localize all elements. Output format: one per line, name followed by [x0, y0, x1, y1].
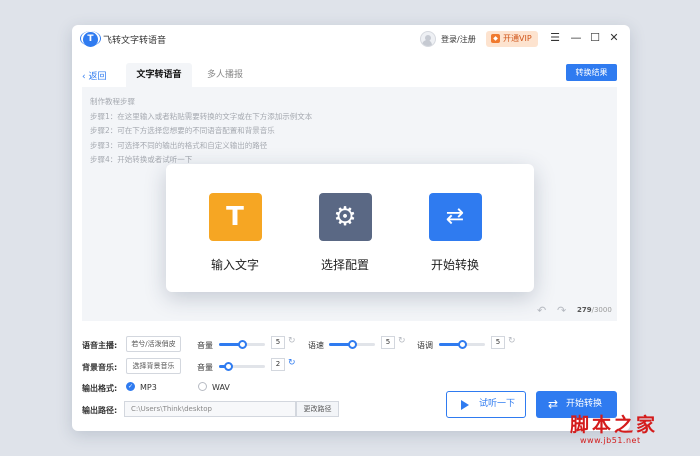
title-bar: T 飞转文字转语音 登录/注册 ◆ 开通VIP ☰ — ☐ ✕	[72, 25, 630, 53]
volume-value[interactable]: 5	[271, 336, 285, 349]
char-counter: 279/3000	[577, 306, 612, 314]
maximize-icon[interactable]: ☐	[588, 31, 602, 45]
listen-button[interactable]: 试听一下	[446, 391, 526, 418]
app-window: T 飞转文字转语音 登录/注册 ◆ 开通VIP ☰ — ☐ ✕ ‹ 返回 文字转…	[72, 25, 630, 431]
reset-icon[interactable]: ↻	[288, 358, 296, 368]
radio-mp3-label: MP3	[140, 383, 157, 392]
change-path-button[interactable]: 更改路径	[296, 401, 339, 417]
vip-button[interactable]: ◆ 开通VIP	[486, 31, 538, 47]
reset-icon[interactable]: ↻	[398, 336, 406, 346]
guide-card: T 输入文字 ⚙ 选择配置 ⇄ 开始转换	[166, 164, 534, 292]
speed-label: 语速	[308, 341, 324, 350]
login-link[interactable]: 登录/注册	[441, 34, 476, 45]
radio-wav[interactable]	[198, 382, 207, 391]
radio-mp3[interactable]: ✓	[126, 382, 135, 391]
output-path-input[interactable]: C:\Users\Think\desktop	[124, 401, 296, 417]
pitch-label: 语调	[417, 341, 433, 350]
path-label: 输出路径:	[82, 406, 118, 415]
vip-label: 开通VIP	[503, 34, 532, 43]
close-icon[interactable]: ✕	[607, 31, 621, 45]
bgm-volume-value[interactable]: 2	[271, 358, 285, 371]
avatar[interactable]	[420, 31, 436, 47]
menu-icon[interactable]: ☰	[548, 31, 562, 45]
back-button[interactable]: ‹ 返回	[82, 69, 106, 82]
anchor-select[interactable]: 若兮/活泼俏皮	[126, 336, 181, 352]
pitch-value[interactable]: 5	[491, 336, 505, 349]
bgm-volume-label: 音量	[197, 363, 213, 372]
undo-icon[interactable]: ↶	[537, 304, 546, 317]
speed-slider[interactable]	[329, 340, 375, 349]
pitch-slider[interactable]	[439, 340, 485, 349]
play-icon	[461, 400, 469, 410]
convert-result-button[interactable]: 转换结果	[566, 64, 617, 81]
watermark-text: 脚本之家	[570, 414, 659, 436]
convert-icon: ⇄	[428, 193, 482, 241]
volume-slider[interactable]	[219, 340, 265, 349]
radio-wav-label: WAV	[212, 383, 230, 392]
format-label: 输出格式:	[82, 384, 118, 393]
reset-icon[interactable]: ↻	[288, 336, 296, 346]
app-title: 飞转文字转语音	[103, 36, 167, 46]
app-logo-icon: T	[80, 31, 101, 47]
reset-icon[interactable]: ↻	[508, 336, 516, 346]
minimize-icon[interactable]: —	[569, 31, 583, 45]
tab-text-to-speech[interactable]: 文字转语音	[126, 63, 192, 87]
text-t-icon: T	[208, 193, 262, 241]
tab-multi-broadcast[interactable]: 多人播报	[192, 63, 258, 87]
bgm-volume-slider[interactable]	[219, 362, 265, 371]
editor-placeholder: 制作教程步骤 步骤1：在这里输入或者粘贴需要转换的文字或在下方添加示例文本 步骤…	[90, 97, 313, 164]
anchor-label: 语音主播:	[82, 341, 118, 350]
guide-step-convert[interactable]: ⇄ 开始转换	[420, 193, 490, 273]
convert-icon: ⇄	[548, 397, 559, 411]
watermark-url: www.jb51.net	[580, 436, 641, 445]
choose-bgm-button[interactable]: 选择背景音乐	[126, 358, 181, 374]
redo-icon[interactable]: ↷	[557, 304, 566, 317]
speed-value[interactable]: 5	[381, 336, 395, 349]
bgm-label: 背景音乐:	[82, 363, 118, 372]
guide-step-config[interactable]: ⚙ 选择配置	[310, 193, 380, 273]
volume-label: 音量	[197, 341, 213, 350]
diamond-icon: ◆	[491, 34, 500, 43]
gear-icon: ⚙	[318, 193, 372, 241]
guide-step-input[interactable]: T 输入文字	[200, 193, 270, 273]
